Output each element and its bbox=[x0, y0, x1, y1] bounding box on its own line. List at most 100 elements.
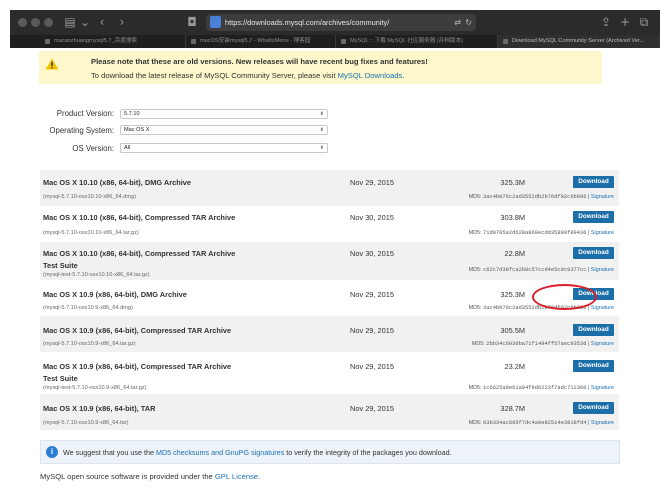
forward-arrow-icon[interactable]: › bbox=[116, 14, 128, 31]
package-title: Mac OS X 10.9 (x86, 64-bit), TAR bbox=[43, 404, 156, 413]
tab-mysql-cn[interactable]: MySQL :: 下载 MySQL 社区服务器 (存档版本) bbox=[336, 35, 498, 48]
address-bar[interactable]: https://downloads.mysql.com/archives/com… bbox=[206, 14, 476, 31]
download-button[interactable]: Download bbox=[573, 176, 614, 188]
tab-label: macanzhuangmysql5.7_百度搜索 bbox=[54, 38, 138, 44]
md5-hash: 2bb34c6036ba71f1494ff57aec9353d bbox=[486, 341, 587, 347]
release-date: Nov 29, 2015 bbox=[350, 404, 394, 413]
product-version-select[interactable]: 5.7.10 ⬍ bbox=[120, 109, 328, 119]
md5-label: MD5: bbox=[468, 194, 483, 200]
mysql-downloads-link[interactable]: MySQL Downloads bbox=[338, 71, 403, 80]
file-size: 22.8M bbox=[504, 249, 525, 258]
download-button[interactable]: Download bbox=[573, 247, 614, 259]
download-row: Mac OS X 10.9 (x86, 64-bit), Compressed … bbox=[40, 352, 619, 394]
package-subtitle: Test Suite bbox=[43, 261, 78, 270]
os-version-select[interactable]: All ⬍ bbox=[120, 143, 328, 153]
operating-system-label: Operating System: bbox=[49, 126, 114, 135]
download-row: Mac OS X 10.10 (x86, 64-bit), Compressed… bbox=[40, 206, 619, 242]
zoom-window-icon[interactable] bbox=[44, 18, 53, 27]
package-title: Mac OS X 10.10 (x86, 64-bit), Compressed… bbox=[43, 213, 236, 222]
old-versions-notice: Please note that these are old versions.… bbox=[39, 51, 602, 84]
back-arrow-icon[interactable]: ‹ bbox=[96, 14, 108, 31]
chevron-updown-icon: ⬍ bbox=[319, 127, 324, 133]
select-value: Mac OS X bbox=[124, 127, 150, 133]
release-date: Nov 30, 2015 bbox=[350, 213, 394, 222]
signature-link[interactable]: Signature bbox=[591, 230, 614, 236]
download-button[interactable]: Download bbox=[573, 360, 614, 372]
checksum-info-box: i We suggest that you use the MD5 checks… bbox=[40, 440, 620, 464]
signature-link[interactable]: Signature bbox=[591, 341, 614, 347]
file-size: 328.7M bbox=[500, 404, 525, 413]
md5-checksum: MD5: 1c6625a8e61a04f9d6223f7adc712360 | … bbox=[469, 385, 614, 391]
notice-title: Please note that these are old versions.… bbox=[91, 57, 428, 66]
md5-hash: 71d0705a2d628a869ecdd35809f89436 bbox=[482, 230, 587, 236]
browser-window: ▤ ⌄ ‹ › ◘ https://downloads.mysql.com/ar… bbox=[10, 10, 660, 492]
package-filename: (mysql-test-5.7.10-osx10.10-x86_64.tar.g… bbox=[43, 272, 150, 278]
tab-mysql-archives[interactable]: Download MySQL Community Server (Archive… bbox=[498, 35, 660, 48]
signature-link[interactable]: Signature bbox=[591, 385, 614, 391]
package-filename: (mysql-test-5.7.10-osx10.9-x86_64.tar.gz… bbox=[43, 385, 147, 391]
release-date: Nov 29, 2015 bbox=[350, 290, 394, 299]
url-text[interactable]: https://downloads.mysql.com/archives/com… bbox=[225, 14, 389, 31]
notice-message: To download the latest release of MySQL … bbox=[91, 71, 404, 80]
page-content: Please note that these are old versions.… bbox=[10, 48, 660, 492]
md5-label: MD5: bbox=[468, 385, 483, 391]
new-tab-icon[interactable]: + bbox=[619, 14, 631, 31]
package-filename: (mysql-5.7.10-osx10.9-x86_64.tar) bbox=[43, 420, 129, 426]
md5-checksum: MD5: 3ac4b076c2ad3552db2b76df02c6b896 | … bbox=[469, 194, 614, 200]
checksums-link[interactable]: MD5 checksums and GnuPG signatures bbox=[156, 448, 284, 457]
signature-link[interactable]: Signature bbox=[591, 305, 614, 311]
signature-link[interactable]: Signature bbox=[591, 267, 614, 273]
md5-label: MD5: bbox=[468, 230, 483, 236]
tab-baidu-search[interactable]: macanzhuangmysql5.7_百度搜索 bbox=[40, 35, 186, 48]
product-version-label: Product Version: bbox=[56, 109, 114, 118]
tab-favicon-icon bbox=[341, 39, 346, 44]
package-title: Mac OS X 10.10 (x86, 64-bit), Compressed… bbox=[43, 249, 236, 258]
md5-checksum: MD5: 71d0705a2d628a869ecdd35809f89436 | … bbox=[469, 230, 614, 236]
tab-label: Download MySQL Community Server (Archive… bbox=[512, 38, 645, 44]
shield-icon[interactable]: ◘ bbox=[186, 14, 198, 31]
package-filename: (mysql-5.7.10-osx10.10-x86_64.dmg) bbox=[43, 194, 136, 200]
download-row: Mac OS X 10.9 (x86, 64-bit), TAR (mysql-… bbox=[40, 394, 619, 430]
site-favicon-icon bbox=[210, 16, 221, 28]
package-subtitle: Test Suite bbox=[43, 374, 78, 383]
download-button[interactable]: Download bbox=[573, 211, 614, 223]
warning-icon bbox=[45, 58, 59, 70]
translate-icon[interactable]: ⇄ bbox=[454, 16, 461, 29]
share-icon[interactable]: ⇪ bbox=[600, 14, 612, 31]
download-button[interactable]: Download bbox=[573, 402, 614, 414]
file-size: 325.3M bbox=[500, 290, 525, 299]
select-value: All bbox=[124, 145, 131, 151]
md5-checksum: MD5: 03b334ac895f7dc4a9e82514e3818fd4 | … bbox=[469, 420, 614, 426]
package-filename: (mysql-5.7.10-osx10.9-x86_64.tar.gz) bbox=[43, 341, 136, 347]
tab-label: macOS安装mysql5.7 - WhatIsMenu - 博客园 bbox=[200, 38, 311, 44]
download-row: Mac OS X 10.9 (x86, 64-bit), Compressed … bbox=[40, 316, 619, 352]
os-version-label: OS Version: bbox=[72, 144, 114, 153]
release-date: Nov 29, 2015 bbox=[350, 178, 394, 187]
download-button[interactable]: Download bbox=[573, 324, 614, 336]
chevron-updown-icon: ⬍ bbox=[319, 111, 324, 117]
signature-link[interactable]: Signature bbox=[591, 420, 614, 426]
chevron-updown-icon: ⬍ bbox=[319, 145, 324, 151]
info-text: to verify the integrity of the packages … bbox=[284, 448, 452, 457]
sidebar-toggle-icon[interactable]: ▤ bbox=[62, 14, 78, 31]
tab-overview-icon[interactable]: ⧉ bbox=[638, 14, 650, 31]
release-date: Nov 30, 2015 bbox=[350, 249, 394, 258]
file-size: 325.3M bbox=[500, 178, 525, 187]
tab-favicon-icon bbox=[191, 39, 196, 44]
md5-hash: 1c6625a8e61a04f9d6223f7adc712360 bbox=[482, 385, 587, 391]
close-window-icon[interactable] bbox=[18, 18, 27, 27]
package-title: Mac OS X 10.9 (x86, 64-bit), Compressed … bbox=[43, 326, 232, 335]
browser-toolbar: ▤ ⌄ ‹ › ◘ https://downloads.mysql.com/ar… bbox=[10, 10, 660, 35]
info-text: We suggest that you use the bbox=[63, 448, 156, 457]
signature-link[interactable]: Signature bbox=[591, 194, 614, 200]
gpl-license-link[interactable]: GPL License bbox=[215, 472, 258, 481]
minimize-window-icon[interactable] bbox=[31, 18, 40, 27]
package-title: Mac OS X 10.9 (x86, 64-bit), Compressed … bbox=[43, 362, 232, 371]
select-value: 5.7.10 bbox=[124, 111, 140, 117]
operating-system-select[interactable]: Mac OS X ⬍ bbox=[120, 125, 328, 135]
chevron-down-icon[interactable]: ⌄ bbox=[80, 14, 90, 31]
md5-checksum: MD5: c62c7d38fca2b8c57ccd4e5c9c9377cc | … bbox=[469, 267, 614, 273]
md5-hash: 03b334ac895f7dc4a9e82514e3818fd4 bbox=[482, 420, 587, 426]
tab-cnblogs[interactable]: macOS安装mysql5.7 - WhatIsMenu - 博客园 bbox=[186, 35, 336, 48]
reload-icon[interactable]: ↻ bbox=[465, 16, 472, 29]
